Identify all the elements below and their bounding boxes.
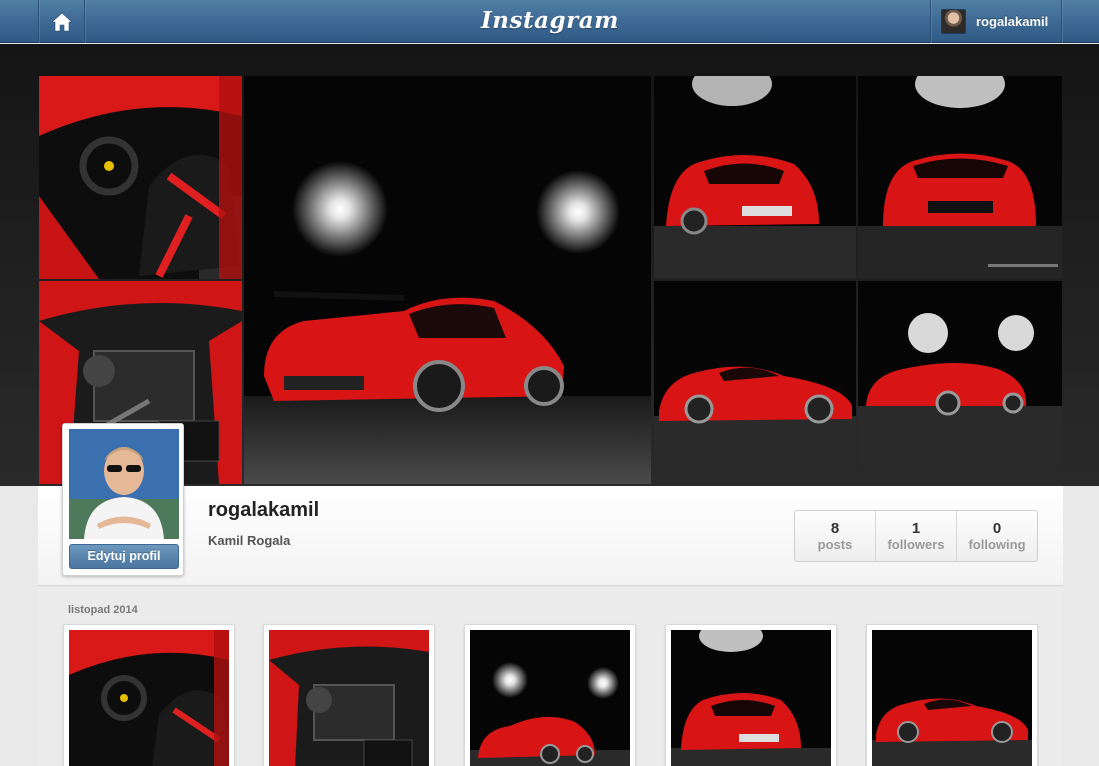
user-menu-username: rogalakamil [976, 14, 1049, 29]
instagram-logo[interactable]: Instagram [430, 4, 670, 38]
cover-photo-interior[interactable] [39, 76, 242, 279]
cover-photo-front-angle[interactable] [654, 76, 856, 278]
user-avatar-small [941, 9, 966, 34]
profile-username: rogalakamil [208, 499, 320, 521]
user-menu-button[interactable]: rogalakamil [930, 0, 1062, 43]
stat-following-label: following [968, 537, 1026, 552]
profile-avatar[interactable] [69, 429, 179, 539]
home-button[interactable] [38, 0, 85, 43]
stat-posts[interactable]: 8 posts [795, 511, 876, 561]
month-heading: listopad 2014 [68, 604, 138, 616]
cover-photo-rear-side[interactable] [858, 281, 1062, 484]
cover-photo-front[interactable] [858, 76, 1062, 278]
home-icon [50, 12, 73, 31]
profile-stats: 8 posts 1 followers 0 following [794, 510, 1038, 562]
feed-photo-image [872, 630, 1032, 766]
stat-posts-label: posts [817, 537, 853, 552]
feed-photo-image [671, 630, 831, 766]
feed-photo-image [470, 630, 630, 766]
stat-followers-label: followers [887, 537, 945, 552]
cover-photo-side[interactable] [654, 281, 856, 484]
cover-photo-main[interactable] [244, 76, 651, 484]
feed-photo[interactable] [866, 624, 1038, 766]
stat-following[interactable]: 0 following [957, 511, 1037, 561]
feed-photo[interactable] [665, 624, 837, 766]
feed-photo[interactable] [263, 624, 435, 766]
edit-profile-button[interactable]: Edytuj profil [69, 544, 179, 569]
top-navigation-bar: Instagram rogalakamil [0, 0, 1099, 43]
feed-photo-image [269, 630, 429, 766]
feed-photo[interactable] [464, 624, 636, 766]
stat-following-count: 0 [992, 520, 1002, 537]
profile-avatar-frame: Edytuj profil [62, 423, 184, 576]
stat-posts-count: 8 [830, 520, 840, 537]
feed-photo[interactable] [63, 624, 235, 766]
stat-followers-count: 1 [911, 520, 921, 537]
stat-followers[interactable]: 1 followers [876, 511, 957, 561]
profile-full-name: Kamil Rogala [208, 533, 291, 548]
feed-photo-image [69, 630, 229, 766]
